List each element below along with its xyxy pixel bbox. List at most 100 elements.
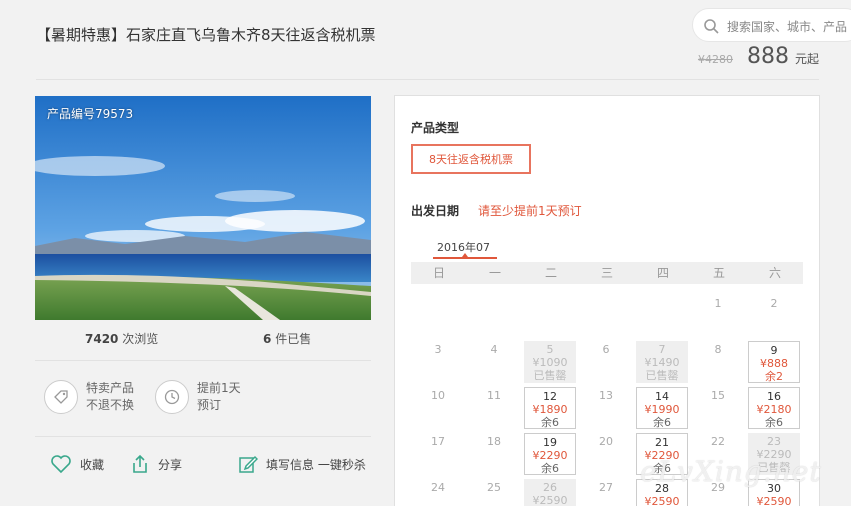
sold-count: 6 件已售	[263, 332, 312, 346]
calendar-day: 24	[411, 476, 467, 506]
day-number: 8	[714, 343, 722, 356]
day-box: 27	[580, 479, 632, 506]
page-title: 【暑期特惠】石家庄直飞乌鲁木齐8天往返含税机票	[36, 26, 376, 44]
calendar-day[interactable]: 14 ¥1990 余6	[635, 384, 691, 430]
day-box: 10	[412, 387, 464, 429]
day-price: ¥2590	[644, 495, 680, 506]
calendar-day: 1	[691, 292, 747, 338]
day-number: 17	[431, 435, 445, 448]
day-number: 10	[431, 389, 445, 402]
day-price: ¥2590	[532, 494, 568, 506]
calendar-day[interactable]: 16 ¥2180 余6	[747, 384, 803, 430]
day-remaining: 余6	[541, 462, 559, 475]
calendar-day: 17	[411, 430, 467, 476]
booking-note: 请至少提前1天预订	[478, 204, 582, 218]
calendar-day: 25	[467, 476, 523, 506]
day-number: 4	[490, 343, 498, 356]
day-number: 26	[543, 481, 557, 494]
day-remaining: 已售罄	[533, 369, 567, 382]
day-box: 18	[468, 433, 520, 475]
calendar-empty-cell	[635, 292, 691, 338]
day-number: 7	[658, 343, 666, 356]
calendar-day[interactable]: 12 ¥1890 余6	[523, 384, 579, 430]
favorite-button[interactable]: 收藏	[50, 454, 104, 474]
day-number: 23	[767, 435, 781, 448]
day-remaining: 余6	[765, 416, 783, 429]
day-remaining: 余2	[765, 370, 783, 383]
search-box[interactable]: 搜索国家、城市、产品	[692, 8, 851, 42]
day-price: ¥2590	[756, 495, 792, 506]
calendar-empty-cell	[411, 292, 467, 338]
day-number: 1	[714, 297, 722, 310]
product-stats: 7420 次浏览 6 件已售	[35, 330, 371, 352]
day-number: 13	[599, 389, 613, 402]
feature-special-sale: 特卖产品 不退不换	[44, 380, 134, 414]
day-number: 2	[770, 297, 778, 310]
clock-icon	[155, 380, 189, 414]
day-box: 12 ¥1890 余6	[524, 387, 576, 429]
product-type-option[interactable]: 8天往返含税机票	[411, 144, 531, 174]
booking-panel: 产品类型 8天往返含税机票 出发日期 请至少提前1天预订 2016年07 日一二…	[394, 95, 820, 506]
calendar-day: 5 ¥1090 已售罄	[523, 338, 579, 384]
calendar-day: 3	[411, 338, 467, 384]
day-price: ¥1490	[644, 356, 680, 369]
day-number: 6	[602, 343, 610, 356]
feature-book-ahead: 提前1天 预订	[155, 380, 241, 414]
weekday-label: 一	[488, 266, 501, 280]
weekday-label: 四	[656, 266, 669, 280]
day-box: 16 ¥2180 余6	[748, 387, 800, 429]
calendar-day: 26 ¥2590	[523, 476, 579, 506]
day-number: 27	[599, 481, 613, 494]
calendar-day: 20	[579, 430, 635, 476]
departure-date-label: 出发日期	[411, 204, 460, 218]
divider	[35, 436, 371, 437]
calendar-empty-cell	[467, 292, 523, 338]
original-price: ¥4280	[697, 53, 733, 66]
day-box: 14 ¥1990 余6	[636, 387, 688, 429]
weekday-label: 五	[712, 266, 725, 280]
share-icon	[133, 454, 147, 473]
search-icon[interactable]	[703, 18, 719, 34]
day-number: 14	[655, 390, 669, 403]
day-price: ¥1890	[532, 403, 568, 416]
calendar-day[interactable]: 9 ¥888 余2	[747, 338, 803, 384]
day-number: 22	[711, 435, 725, 448]
calendar-day: 27	[579, 476, 635, 506]
calendar-empty-cell	[579, 292, 635, 338]
day-box: 13	[580, 387, 632, 429]
day-number: 12	[543, 390, 557, 403]
weekday-header: 日一二三四五六	[411, 262, 803, 284]
calendar-day: 4	[467, 338, 523, 384]
day-box: 3	[412, 341, 464, 383]
calendar-day: 6	[579, 338, 635, 384]
calendar-day[interactable]: 19 ¥2290 余6	[523, 430, 579, 476]
day-number: 24	[431, 481, 445, 494]
weekday-label: 三	[600, 266, 613, 280]
calendar-day: 13	[579, 384, 635, 430]
weekday-label: 日	[432, 266, 445, 280]
header-divider	[36, 79, 819, 80]
day-price: ¥1090	[532, 356, 568, 369]
day-number: 3	[434, 343, 442, 356]
day-number: 9	[770, 344, 778, 357]
view-count: 7420 次浏览	[85, 332, 159, 346]
search-input[interactable]: 搜索国家、城市、产品	[727, 18, 847, 35]
day-number: 16	[767, 390, 781, 403]
day-box: 1	[692, 295, 744, 337]
day-number: 20	[599, 435, 613, 448]
share-button[interactable]: 分享	[130, 454, 182, 474]
lake-landscape-image	[35, 96, 371, 320]
day-box: 4	[468, 341, 520, 383]
day-number: 19	[543, 436, 557, 449]
calendar-day: 15	[691, 384, 747, 430]
day-box: 25	[468, 479, 520, 506]
day-remaining: 余6	[541, 416, 559, 429]
calendar-day: 8	[691, 338, 747, 384]
day-box: 6	[580, 341, 632, 383]
quick-order-button[interactable]: 填写信息 一键秒杀	[238, 454, 366, 474]
day-box: 19 ¥2290 余6	[524, 433, 576, 475]
day-remaining: 余6	[653, 416, 671, 429]
day-number: 18	[487, 435, 501, 448]
day-box: 7 ¥1490 已售罄	[636, 341, 688, 383]
calendar-day: 11	[467, 384, 523, 430]
